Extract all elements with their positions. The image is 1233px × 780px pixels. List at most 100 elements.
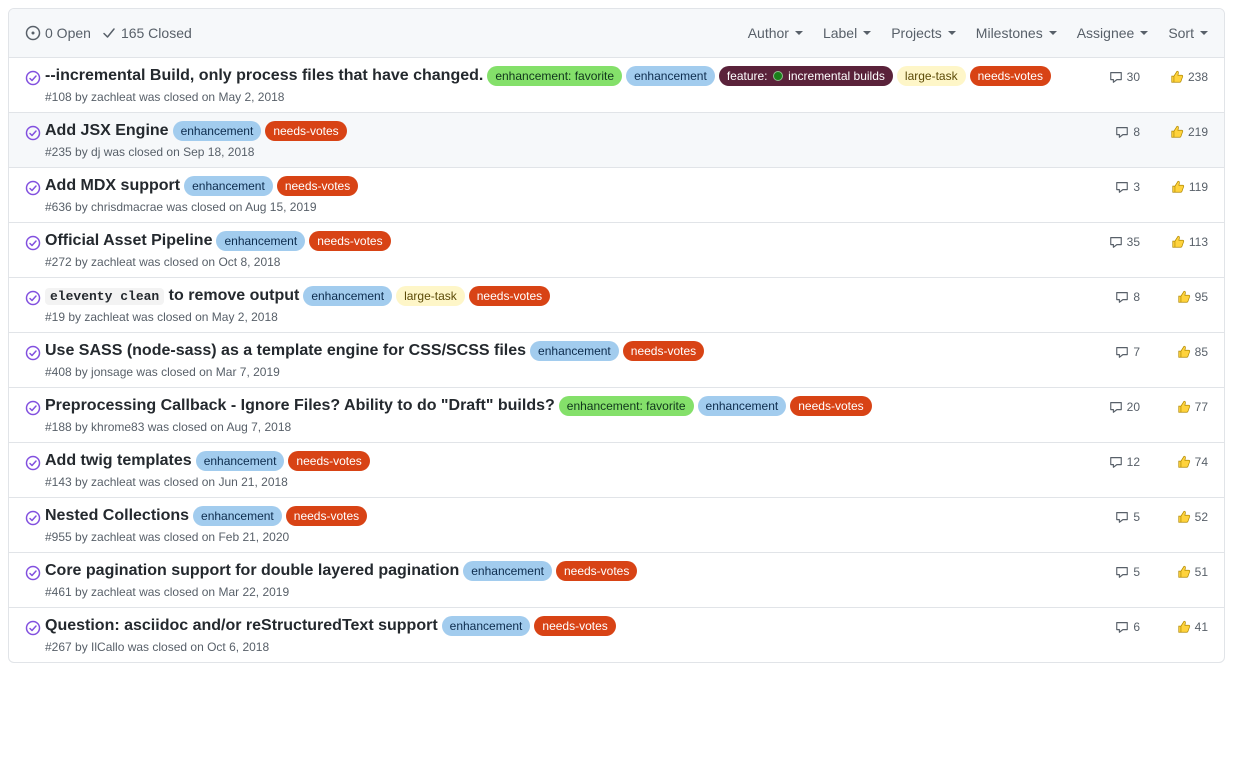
comments-link[interactable]: 35 (1096, 235, 1140, 249)
label-feature-incremental[interactable]: feature: incremental builds (719, 66, 893, 86)
filter-milestones[interactable]: Milestones (976, 25, 1057, 41)
issue-stats: 30 238 (1080, 66, 1208, 104)
label-needs-votes[interactable]: needs-votes (288, 451, 369, 471)
comments-link[interactable]: 30 (1096, 70, 1140, 84)
title-line: Add MDX supportenhancementneeds-votes (45, 176, 1080, 196)
reactions-link[interactable]: 113 (1164, 235, 1208, 249)
filter-label[interactable]: Label (823, 25, 871, 41)
caret-down-icon (948, 31, 956, 35)
label-needs-votes[interactable]: needs-votes (286, 506, 367, 526)
issue-stats: 8 219 (1080, 121, 1208, 159)
comments-link[interactable]: 5 (1096, 565, 1140, 579)
issue-title[interactable]: Preprocessing Callback - Ignore Files? A… (45, 397, 555, 415)
comments-link[interactable]: 7 (1096, 345, 1140, 359)
label-enhancement-favorite[interactable]: enhancement: favorite (559, 396, 694, 416)
label-needs-votes[interactable]: needs-votes (534, 616, 615, 636)
comments-count: 20 (1127, 400, 1140, 414)
issue-title[interactable]: Question: asciidoc and/or reStructuredTe… (45, 617, 438, 635)
issues-list: 0 Open 165 Closed Author Label Projects Mil… (8, 8, 1225, 663)
issue-stats: 5 51 (1080, 561, 1208, 599)
title-line: Add twig templatesenhancementneeds-votes (45, 451, 1080, 471)
issue-title[interactable]: Core pagination support for double layer… (45, 562, 459, 580)
issue-title[interactable]: --incremental Build, only process files … (45, 67, 483, 85)
label-needs-votes[interactable]: needs-votes (265, 121, 346, 141)
label-enhancement[interactable]: enhancement (216, 231, 305, 251)
reactions-link[interactable]: 238 (1164, 70, 1208, 84)
reactions-link[interactable]: 119 (1164, 180, 1208, 194)
label-enhancement[interactable]: enhancement (442, 616, 531, 636)
reactions-link[interactable]: 77 (1164, 400, 1208, 414)
issue-body: Core pagination support for double layer… (45, 561, 1080, 599)
comments-count: 30 (1127, 70, 1140, 84)
open-tab[interactable]: 0 Open (25, 25, 91, 41)
label-needs-votes[interactable]: needs-votes (469, 286, 550, 306)
caret-down-icon (1049, 31, 1057, 35)
issue-title[interactable]: Add JSX Engine (45, 122, 169, 140)
issue-title[interactable]: Add MDX support (45, 177, 180, 195)
issue-title[interactable]: Use SASS (node-sass) as a template engin… (45, 342, 526, 360)
label-enhancement[interactable]: enhancement (173, 121, 262, 141)
issue-meta: #461 by zachleat was closed on Mar 22, 2… (45, 585, 1080, 599)
reactions-link[interactable]: 85 (1164, 345, 1208, 359)
filter-label: Projects (891, 25, 942, 41)
comments-link[interactable]: 3 (1096, 180, 1140, 194)
reactions-link[interactable]: 41 (1164, 620, 1208, 634)
label-needs-votes[interactable]: needs-votes (277, 176, 358, 196)
comments-count: 7 (1133, 345, 1140, 359)
filter-sort[interactable]: Sort (1168, 25, 1208, 41)
issue-body: Preprocessing Callback - Ignore Files? A… (45, 396, 1080, 434)
comments-link[interactable]: 6 (1096, 620, 1140, 634)
reactions-link[interactable]: 219 (1164, 125, 1208, 139)
label-enhancement[interactable]: enhancement (626, 66, 715, 86)
issue-row: Preprocessing Callback - Ignore Files? A… (9, 388, 1224, 443)
label-needs-votes[interactable]: needs-votes (623, 341, 704, 361)
label-needs-votes[interactable]: needs-votes (790, 396, 871, 416)
title-line: Add JSX Engineenhancementneeds-votes (45, 121, 1080, 141)
issue-closed-icon (25, 396, 45, 434)
label-large-task[interactable]: large-task (396, 286, 465, 306)
filter-projects[interactable]: Projects (891, 25, 956, 41)
title-line: Official Asset Pipelineenhancementneeds-… (45, 231, 1080, 251)
issue-closed-icon (25, 121, 45, 159)
issue-body: eleventy clean to remove outputenhanceme… (45, 286, 1080, 324)
title-line: Question: asciidoc and/or reStructuredTe… (45, 616, 1080, 636)
label-needs-votes[interactable]: needs-votes (309, 231, 390, 251)
reactions-link[interactable]: 52 (1164, 510, 1208, 524)
label-enhancement[interactable]: enhancement (530, 341, 619, 361)
label-needs-votes[interactable]: needs-votes (556, 561, 637, 581)
label-enhancement[interactable]: enhancement (184, 176, 273, 196)
comments-link[interactable]: 20 (1096, 400, 1140, 414)
reactions-count: 74 (1195, 455, 1208, 469)
label-enhancement[interactable]: enhancement (196, 451, 285, 471)
reactions-link[interactable]: 51 (1164, 565, 1208, 579)
label-enhancement[interactable]: enhancement (303, 286, 392, 306)
comments-count: 3 (1133, 180, 1140, 194)
comments-link[interactable]: 5 (1096, 510, 1140, 524)
issue-title[interactable]: Official Asset Pipeline (45, 232, 212, 250)
closed-tab[interactable]: 165 Closed (101, 25, 192, 41)
comments-link[interactable]: 8 (1096, 290, 1140, 304)
label-enhancement[interactable]: enhancement (463, 561, 552, 581)
reactions-link[interactable]: 95 (1164, 290, 1208, 304)
issue-row: Core pagination support for double layer… (9, 553, 1224, 608)
filter-author[interactable]: Author (748, 25, 803, 41)
comments-count: 5 (1133, 565, 1140, 579)
label-needs-votes[interactable]: needs-votes (970, 66, 1051, 86)
comments-link[interactable]: 8 (1096, 125, 1140, 139)
issue-title[interactable]: Nested Collections (45, 507, 189, 525)
filter-assignee[interactable]: Assignee (1077, 25, 1149, 41)
comments-count: 35 (1127, 235, 1140, 249)
issue-body: Official Asset Pipelineenhancementneeds-… (45, 231, 1080, 269)
label-large-task[interactable]: large-task (897, 66, 966, 86)
issue-title[interactable]: eleventy clean to remove output (45, 287, 299, 305)
reactions-link[interactable]: 74 (1164, 455, 1208, 469)
issue-stats: 12 74 (1080, 451, 1208, 489)
filter-label: Sort (1168, 25, 1194, 41)
issue-closed-icon (25, 506, 45, 544)
label-enhancement-favorite[interactable]: enhancement: favorite (487, 66, 622, 86)
filter-label: Author (748, 25, 789, 41)
comments-link[interactable]: 12 (1096, 455, 1140, 469)
issue-title[interactable]: Add twig templates (45, 452, 192, 470)
label-enhancement[interactable]: enhancement (193, 506, 282, 526)
label-enhancement[interactable]: enhancement (698, 396, 787, 416)
